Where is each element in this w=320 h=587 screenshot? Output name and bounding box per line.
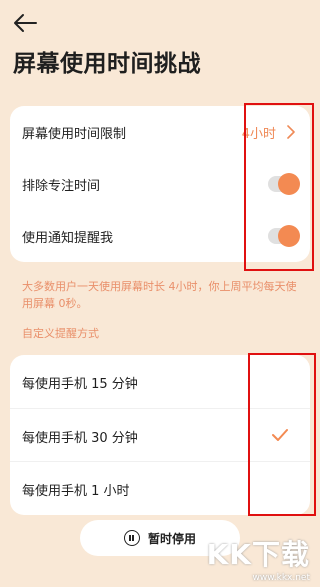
watermark-brand: KK下载 (206, 538, 310, 571)
reminder-option-label: 每使用手机 15 分钟 (22, 377, 138, 392)
screen-time-limit-label: 屏幕使用时间限制 (22, 126, 127, 142)
pause-icon (123, 530, 140, 546)
watermark-url: www.kkx.net (252, 573, 311, 583)
pause-button-label: 暂时停用 (147, 531, 196, 546)
page-title: 屏幕使用时间挑战 (13, 51, 201, 77)
watermark: KK下载 www.kkx.net (207, 533, 310, 583)
usage-description: 大多数用户一天使用屏幕时长 4小时，你上周平均每天使用屏幕 0秒。 (22, 280, 297, 310)
highlight-box-bottom (248, 353, 316, 516)
notify-label: 使用通知提醒我 (22, 230, 114, 246)
custom-reminder-heading: 自定义提醒方式 (22, 327, 99, 340)
reminder-option-label: 每使用手机 1 小时 (22, 484, 130, 499)
back-arrow-icon[interactable] (12, 12, 38, 34)
reminder-option-label: 每使用手机 30 分钟 (22, 431, 138, 446)
exclude-focus-label: 排除专注时间 (22, 178, 101, 194)
highlight-box-top (244, 103, 314, 271)
